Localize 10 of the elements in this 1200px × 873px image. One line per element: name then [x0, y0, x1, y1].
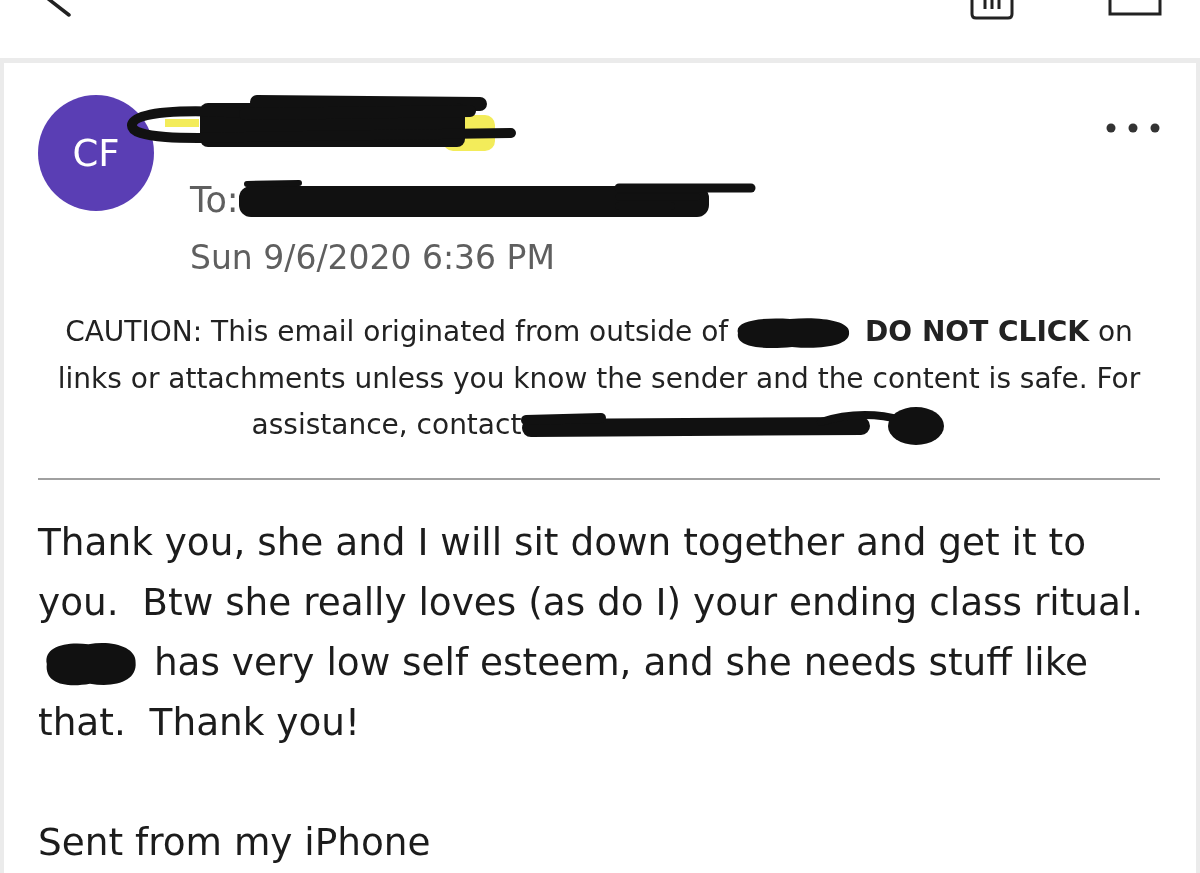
- box-icon[interactable]: [1108, 0, 1162, 16]
- to-label: To:: [190, 179, 239, 222]
- caution-text: CAUTION: This email originated from outside of DO NOT CLICK on links or attachments unless you know the sender and the content is safe. For assistance, contact: [50, 309, 1148, 449]
- trash-icon[interactable]: [970, 0, 1014, 20]
- back-chevron-icon[interactable]: [46, 0, 72, 18]
- date-text: Sun 9/6/2020 6:36 PM: [190, 237, 556, 279]
- body-text: Sent from my iPhone: [38, 818, 432, 866]
- body-text: Thank you, she and I will sit down together and get it to you. Btw she really loves (as do I) your ending class ritual. has very low self esteem, and she needs stuff like that. Thank you!: [38, 518, 1145, 746]
- avatar: CF: [38, 95, 154, 211]
- more-icon[interactable]: [1106, 123, 1160, 133]
